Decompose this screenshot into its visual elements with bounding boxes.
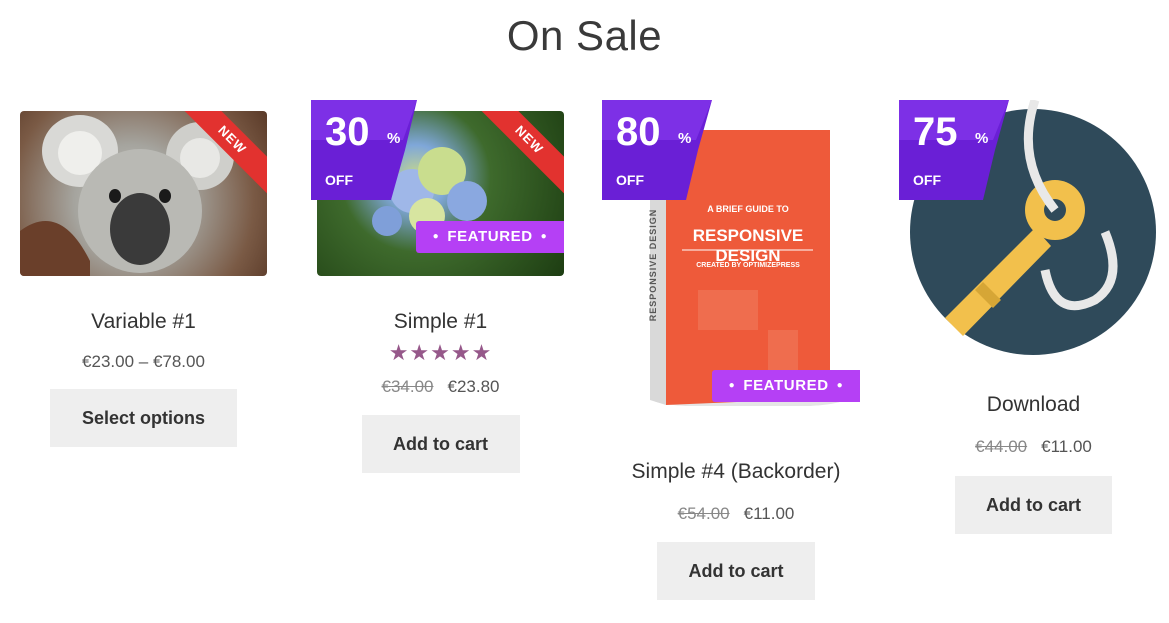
sale-badge: 80 % OFF: [602, 100, 714, 200]
sale-price: €11.00: [743, 504, 795, 523]
section-title: On Sale: [506, 12, 663, 59]
shop-page: On Sale NEW Variable #1 €23.00 – €78.00: [0, 0, 1169, 623]
new-ribbon-label: NEW: [474, 111, 564, 196]
product-image-koala[interactable]: NEW: [20, 111, 267, 276]
add-to-cart-button[interactable]: Add to cart: [955, 476, 1112, 534]
product-price: €23.00 – €78.00: [82, 352, 205, 371]
sale-badge: 30 % OFF: [311, 100, 423, 200]
sale-percent: 80: [616, 110, 661, 154]
book-credit: CREATED BY OPTIMIZEPRESS: [696, 262, 800, 269]
book-subtitle: A BRIEF GUIDE TO: [707, 204, 789, 214]
product-price: €54.00 €11.00: [608, 504, 864, 524]
old-price: €44.00: [975, 437, 1028, 456]
star-rating: ★★★★★: [388, 340, 493, 365]
add-to-cart-button[interactable]: Add to cart: [657, 542, 815, 600]
select-options-button[interactable]: Select options: [50, 389, 237, 447]
product-card-simple-1: NEW ● FEATURED ● 30 % OFF Simple #1 ★★★★★ …: [311, 100, 564, 473]
product-title[interactable]: Simple #1: [317, 310, 564, 334]
sale-off-label: OFF: [325, 172, 353, 188]
sale-price: €23.80: [447, 377, 500, 396]
new-ribbon: NEW: [177, 111, 267, 201]
featured-badge: ● FEATURED ●: [712, 370, 860, 402]
product-price: €34.00 €23.80: [317, 377, 564, 397]
product-title[interactable]: Download: [905, 393, 1162, 417]
sale-badge: 75 % OFF: [899, 100, 1011, 200]
product-card-download: 75 % OFF Download €44.00 €11.00 Add to ca…: [899, 100, 1162, 534]
sale-percent-symbol: %: [678, 130, 692, 147]
sale-percent: 30: [325, 110, 370, 154]
sale-percent-symbol: %: [975, 130, 989, 147]
new-ribbon-label: NEW: [177, 111, 267, 196]
featured-badge: ● FEATURED ●: [416, 221, 564, 253]
new-ribbon: NEW: [474, 111, 564, 201]
product-price: €44.00 €11.00: [905, 437, 1162, 457]
product-title[interactable]: Variable #1: [20, 310, 267, 334]
product-title[interactable]: Simple #4 (Backorder): [608, 460, 864, 484]
sale-off-label: OFF: [913, 172, 941, 188]
sale-percent-symbol: %: [387, 130, 401, 147]
sale-percent: 75: [913, 110, 958, 154]
old-price: €34.00: [381, 377, 434, 396]
book-title: RESPONSIVE DESIGN: [692, 226, 804, 265]
old-price: €54.00: [677, 504, 730, 523]
sale-off-label: OFF: [616, 172, 644, 188]
sale-price: €11.00: [1041, 437, 1092, 456]
add-to-cart-button[interactable]: Add to cart: [361, 415, 520, 473]
product-card-simple-4: A BRIEF GUIDE TO RESPONSIVE DESIGN CREAT…: [602, 100, 864, 600]
product-card-variable-1: NEW Variable #1 €23.00 – €78.00 Select o…: [20, 100, 267, 447]
